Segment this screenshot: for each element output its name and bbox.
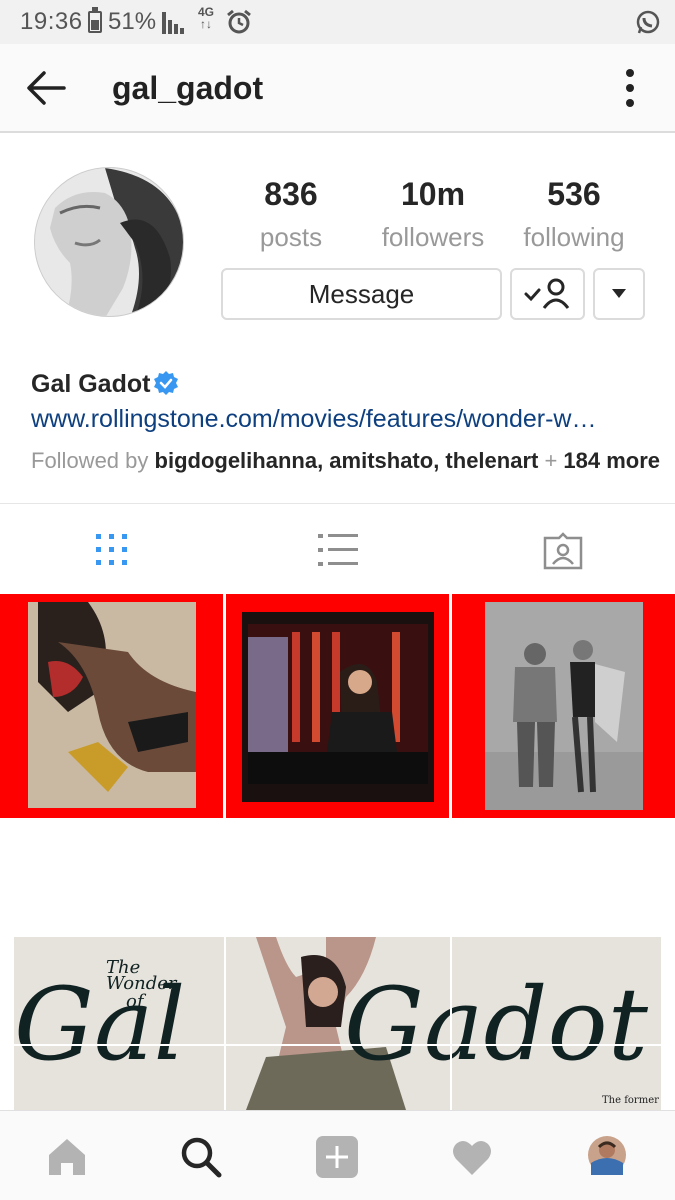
followed-by-plus: + [538, 448, 564, 473]
followed-by-line[interactable]: Followed by bigdogelihanna, amitshato, t… [31, 448, 660, 474]
bottom-navigation [0, 1110, 675, 1200]
grid-icon[interactable] [88, 528, 136, 572]
following-count: 536 [547, 176, 601, 212]
profile-avatar[interactable] [34, 167, 184, 317]
post-thumbnail[interactable] [452, 594, 675, 818]
following-label: following [523, 222, 625, 252]
post-image [28, 602, 196, 808]
add-icon[interactable] [313, 1133, 361, 1181]
bio-link[interactable]: www.rollingstone.com/movies/features/won… [31, 405, 641, 434]
battery-level: 51% [108, 8, 157, 35]
home-icon[interactable] [43, 1133, 91, 1181]
posts-count: 836 [264, 176, 318, 212]
suggestions-dropdown-button[interactable] [593, 268, 645, 320]
status-time: 19:36 [20, 8, 83, 35]
network-indicator: 4G ↑↓ [198, 6, 214, 30]
followed-by-count: 184 more [563, 448, 661, 473]
profile-full-name: Gal Gadot [31, 370, 151, 398]
whatsapp-icon [636, 10, 660, 34]
profile-header: gal_gadot [0, 44, 675, 133]
followed-by-names: bigdogelihanna, amitshato, thelenart [154, 448, 539, 473]
stat-followers[interactable]: 10m followers [363, 176, 503, 253]
headline-gadot: Gadot [344, 966, 648, 1083]
grid-gap [224, 937, 226, 1110]
posts-label: posts [259, 222, 323, 252]
status-bar: 19:36 51% 4G ↑↓ [0, 0, 675, 44]
network-arrows: ↑↓ [200, 17, 212, 31]
signal-icon [162, 12, 184, 34]
profile-photo [35, 168, 183, 316]
headline-gal: Gal [14, 966, 186, 1083]
followers-label: followers [381, 222, 485, 252]
battery-icon [88, 7, 102, 33]
grid-gap [450, 937, 452, 1110]
list-icon[interactable] [314, 528, 362, 572]
headline-caption: The former [602, 1095, 659, 1106]
following-button[interactable] [510, 268, 585, 320]
search-icon[interactable] [177, 1133, 225, 1181]
avatar[interactable] [587, 1135, 627, 1175]
alarm-icon [227, 9, 251, 34]
stat-posts[interactable]: 836 posts [221, 176, 361, 253]
back-arrow-icon[interactable] [26, 70, 66, 106]
header-username: gal_gadot [112, 70, 264, 106]
grid-gap [14, 1044, 661, 1046]
more-options-icon[interactable] [620, 66, 640, 110]
chevron-down-icon [612, 289, 626, 298]
tagged-icon[interactable] [539, 528, 587, 572]
verified-badge-icon [154, 371, 178, 395]
profile-tabs [0, 503, 675, 593]
following-check-icon [524, 278, 570, 309]
message-button[interactable]: Message [221, 268, 502, 320]
post-thumbnail[interactable] [226, 594, 449, 818]
post-row-magazine[interactable]: The Wonder of Gal Gadot The former [14, 937, 661, 1110]
followers-count: 10m [400, 176, 466, 212]
post-thumbnail[interactable] [0, 594, 223, 818]
heart-icon[interactable] [448, 1133, 496, 1181]
post-image [485, 602, 643, 810]
followed-by-prefix: Followed by [31, 448, 155, 473]
stat-following[interactable]: 536 following [504, 176, 644, 253]
post-image [242, 612, 434, 802]
